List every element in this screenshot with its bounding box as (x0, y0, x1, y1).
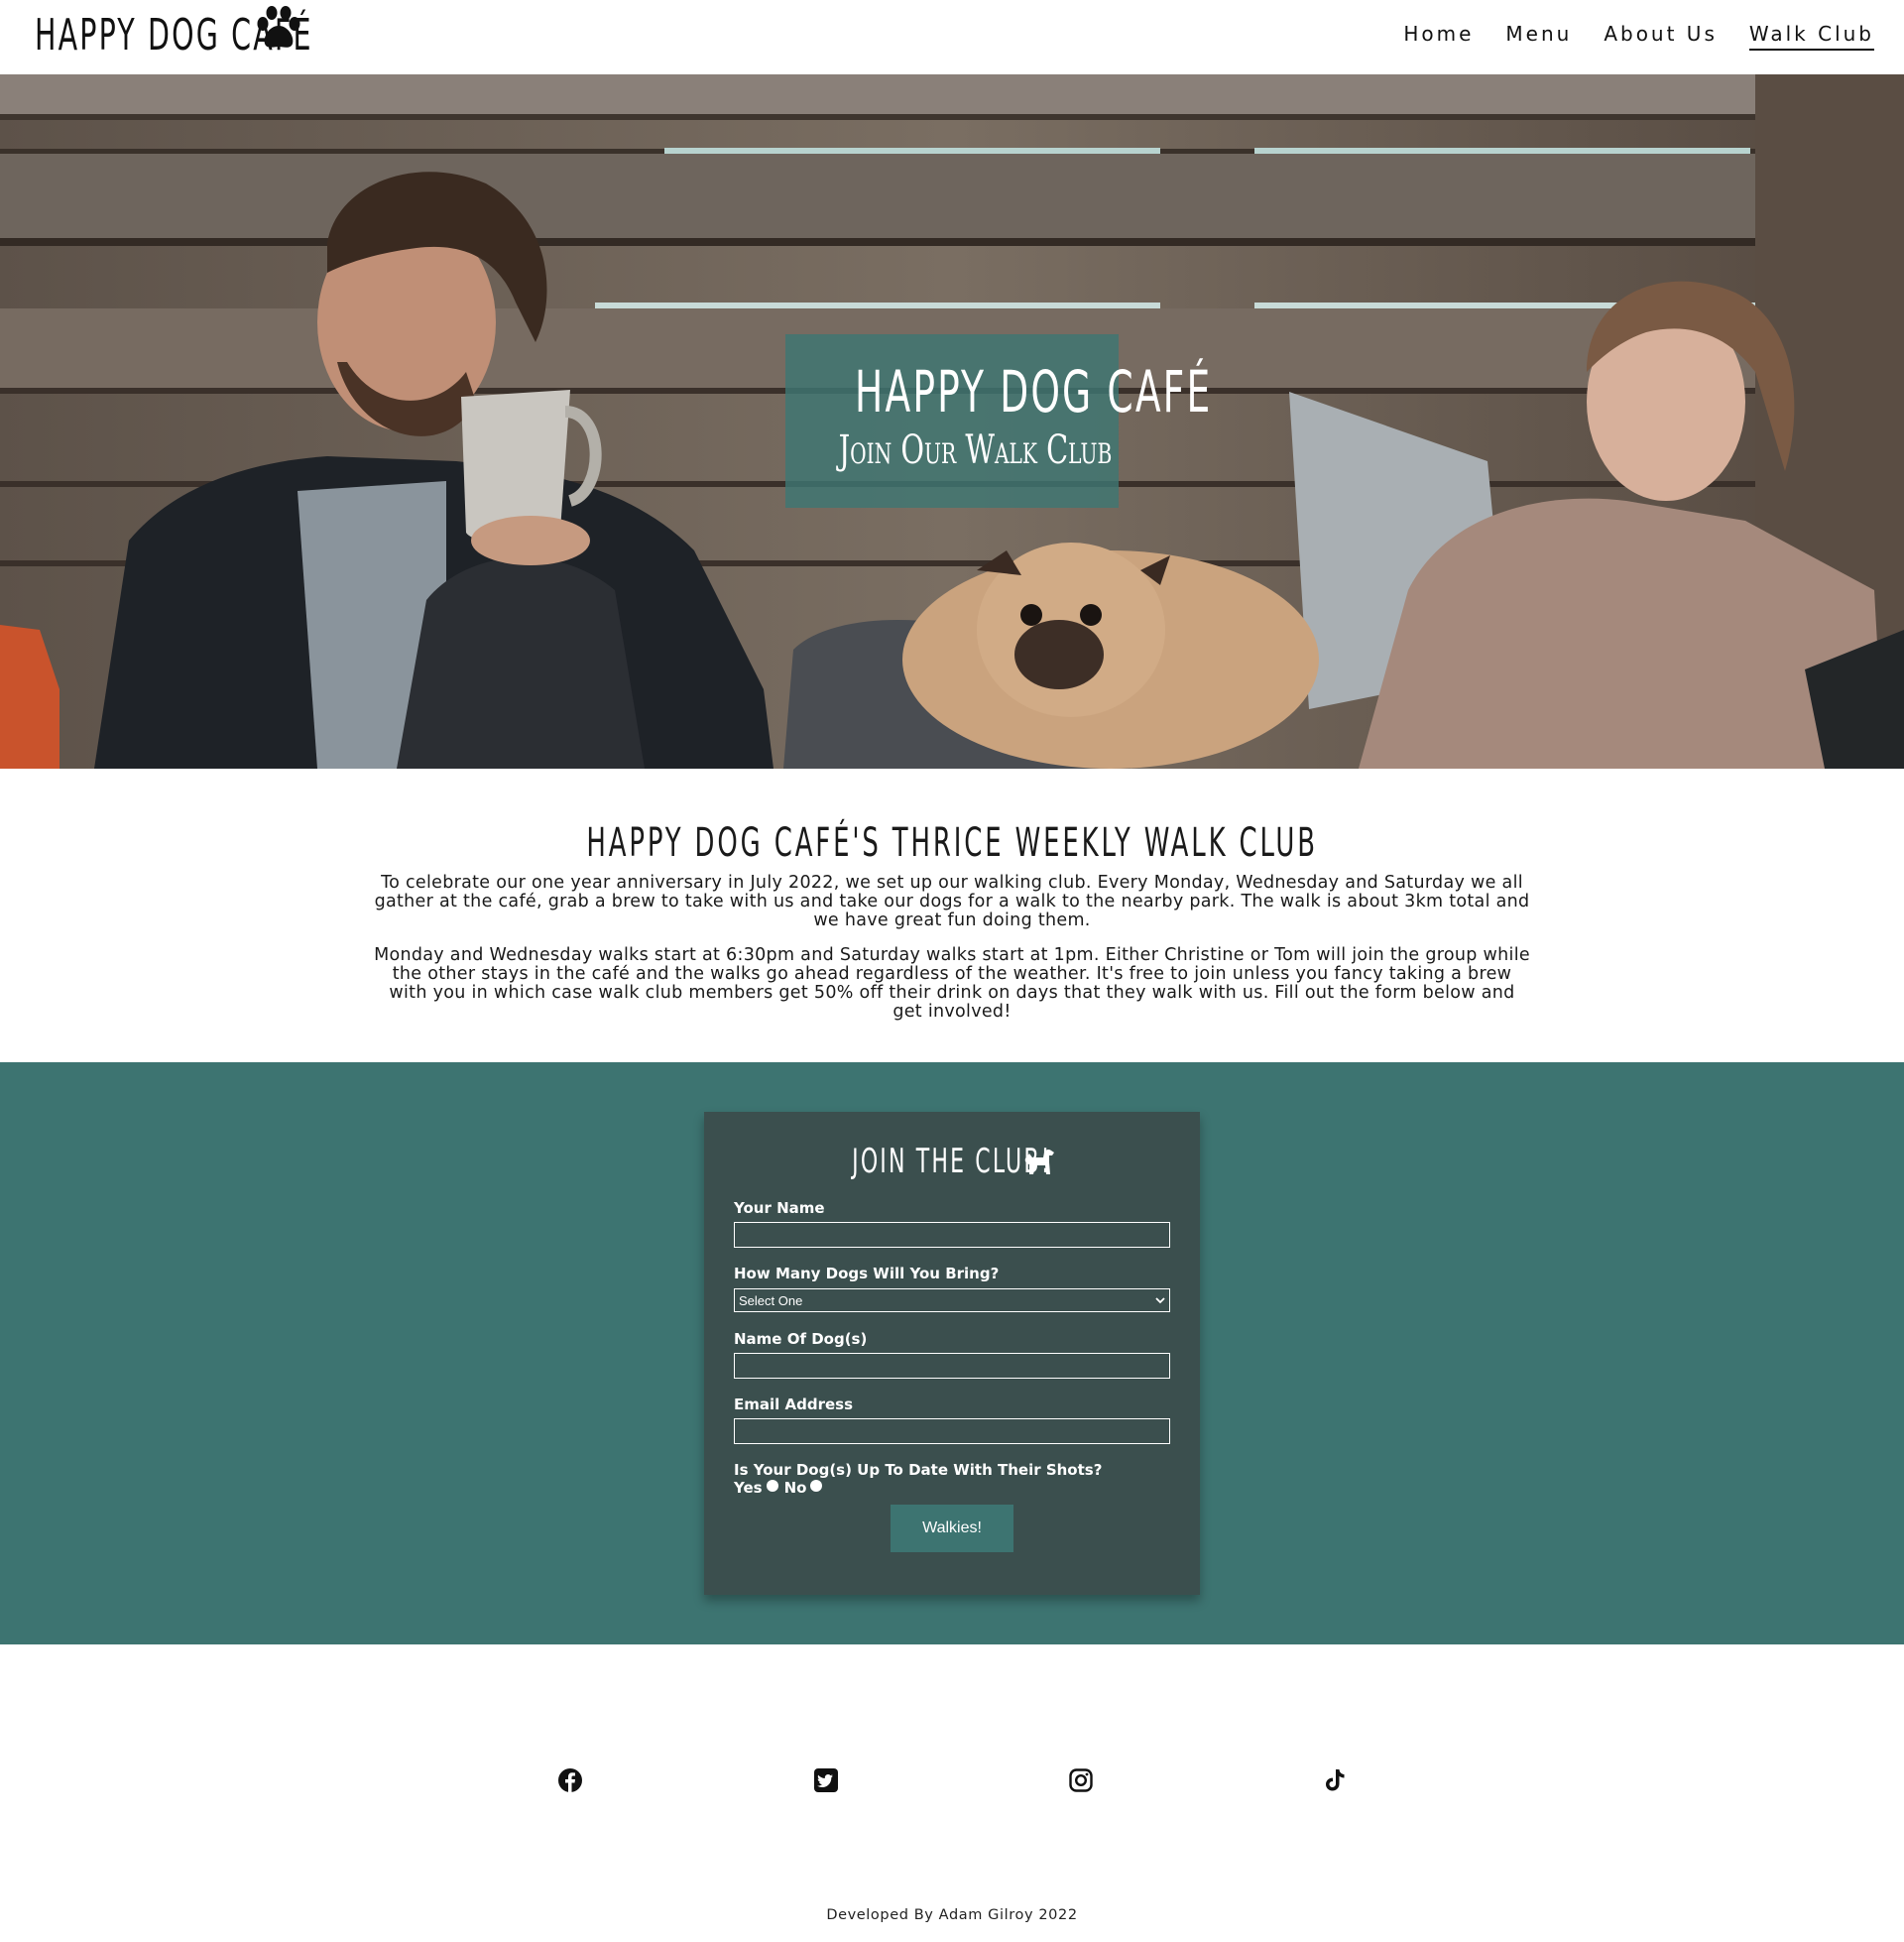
main-nav: Home Menu About Us Walk Club (1371, 22, 1874, 51)
walkies-submit-button[interactable]: Walkies! (891, 1505, 1013, 1552)
chevron-down-icon (1155, 1297, 1165, 1304)
dogs-count-label: How Many Dogs Will You Bring? (734, 1265, 1000, 1282)
paw-icon (257, 6, 300, 48)
facebook-icon[interactable] (557, 1767, 583, 1793)
twitter-icon[interactable] (813, 1767, 839, 1793)
hero-banner: HAPPY DOG CAFÉ Join Our Walk Club (0, 74, 1904, 769)
shots-radio-group: Yes No (734, 1479, 828, 1497)
shots-yes-label: Yes (734, 1479, 763, 1497)
site-logo[interactable]: HAPPY DOG CAFÉ (35, 10, 421, 61)
shots-yes-radio[interactable] (766, 1480, 778, 1492)
nav-menu[interactable]: Menu (1505, 22, 1572, 51)
hero-title: HAPPY DOG CAFÉ (855, 358, 1213, 425)
site-footer: Developed By Adam Gilroy 2022 (0, 1644, 1904, 1942)
email-label: Email Address (734, 1396, 854, 1413)
shots-label: Is Your Dog(s) Up To Date With Their Sho… (734, 1461, 1103, 1479)
signup-form: JOIN THE CLUB! Your Name How Many Dogs W… (704, 1112, 1200, 1595)
dog-names-label: Name Of Dog(s) (734, 1330, 868, 1348)
form-title: JOIN THE CLUB! (704, 1142, 1200, 1181)
tiktok-icon[interactable] (1322, 1767, 1348, 1793)
dogs-count-select[interactable]: Select One (734, 1288, 1170, 1312)
nav-home[interactable]: Home (1403, 22, 1474, 51)
intro-paragraph-2: Monday and Wednesday walks start at 6:30… (374, 945, 1530, 1022)
signup-section: JOIN THE CLUB! Your Name How Many Dogs W… (0, 1062, 1904, 1644)
name-label: Your Name (734, 1199, 825, 1217)
intro-paragraph-1: To celebrate our one year anniversary in… (374, 873, 1530, 930)
shots-no-radio[interactable] (810, 1480, 823, 1492)
instagram-icon[interactable] (1068, 1767, 1094, 1793)
name-input[interactable] (734, 1222, 1170, 1248)
site-header: HAPPY DOG CAFÉ Home Menu About Us Walk C… (0, 0, 1904, 74)
dogs-count-selected-value: Select One (739, 1292, 803, 1308)
intro-heading: HAPPY DOG CAFÉ'S THRICE WEEKLY WALK CLUB (586, 820, 1318, 866)
developer-credit: Developed By Adam Gilroy 2022 (826, 1907, 1078, 1923)
hero-subtitle: Join Our Walk Club (838, 427, 1113, 473)
nav-walk-club[interactable]: Walk Club (1748, 22, 1874, 51)
walk-club-intro: HAPPY DOG CAFÉ'S THRICE WEEKLY WALK CLUB… (0, 769, 1904, 1062)
dog-icon (1024, 1149, 1054, 1174)
email-input[interactable] (734, 1418, 1170, 1444)
nav-about-us[interactable]: About Us (1604, 22, 1718, 51)
dog-names-input[interactable] (734, 1353, 1170, 1379)
shots-no-label: No (783, 1479, 807, 1497)
hero-title-box: HAPPY DOG CAFÉ Join Our Walk Club (785, 334, 1210, 508)
